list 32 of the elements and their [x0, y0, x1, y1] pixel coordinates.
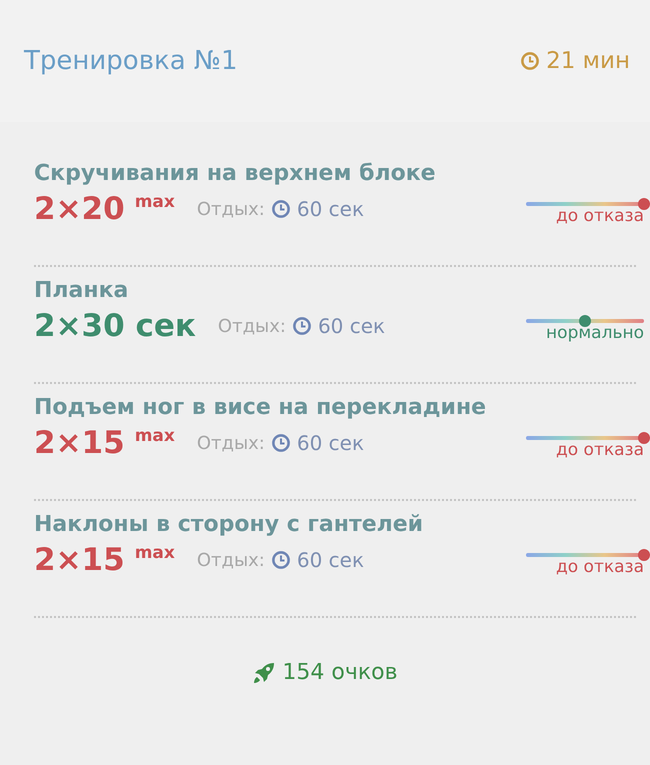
- max-label: max: [134, 543, 175, 563]
- rest-time: 60 сек: [318, 314, 386, 338]
- exercise-name: Наклоны в сторону с гантелей: [34, 511, 424, 539]
- workout-title: Тренировка №1: [24, 46, 238, 76]
- rocket-icon: [252, 660, 276, 684]
- exercise-name: Планка: [34, 277, 130, 305]
- rest-label: Отдых:: [218, 316, 286, 336]
- clock-icon: [270, 550, 291, 570]
- sets-reps: 2×15: [34, 542, 125, 578]
- rest-label: Отдых:: [196, 198, 265, 220]
- sets-reps: 2×30 сек: [34, 308, 196, 344]
- intensity-label: до отказа: [556, 440, 644, 460]
- max-label: max: [134, 192, 175, 212]
- clock-icon: [520, 51, 540, 71]
- clock-icon: [270, 199, 291, 219]
- rest-time: 60 сек: [296, 197, 364, 221]
- rest-label: Отдых:: [196, 550, 265, 570]
- rest-label: Отдых:: [196, 432, 265, 454]
- intensity-label: до отказа: [556, 206, 644, 226]
- score-text: 154 очков: [282, 660, 398, 685]
- max-label: max: [134, 426, 175, 446]
- rest-time: 60 сек: [296, 431, 364, 455]
- exercise-name: Подъем ног в висе на перекладине: [34, 394, 488, 422]
- rest-time: 60 сек: [296, 548, 364, 572]
- clock-icon: [270, 433, 291, 453]
- exercise-name: Скручивания на верхнем блоке: [34, 160, 437, 188]
- sets-reps: 2×20: [34, 191, 125, 227]
- intensity-label: до отказа: [556, 557, 644, 577]
- intensity-label: нормально: [546, 323, 644, 343]
- duration-text: 21 мин: [546, 48, 630, 74]
- sets-reps: 2×15: [34, 425, 125, 461]
- clock-icon: [292, 316, 312, 336]
